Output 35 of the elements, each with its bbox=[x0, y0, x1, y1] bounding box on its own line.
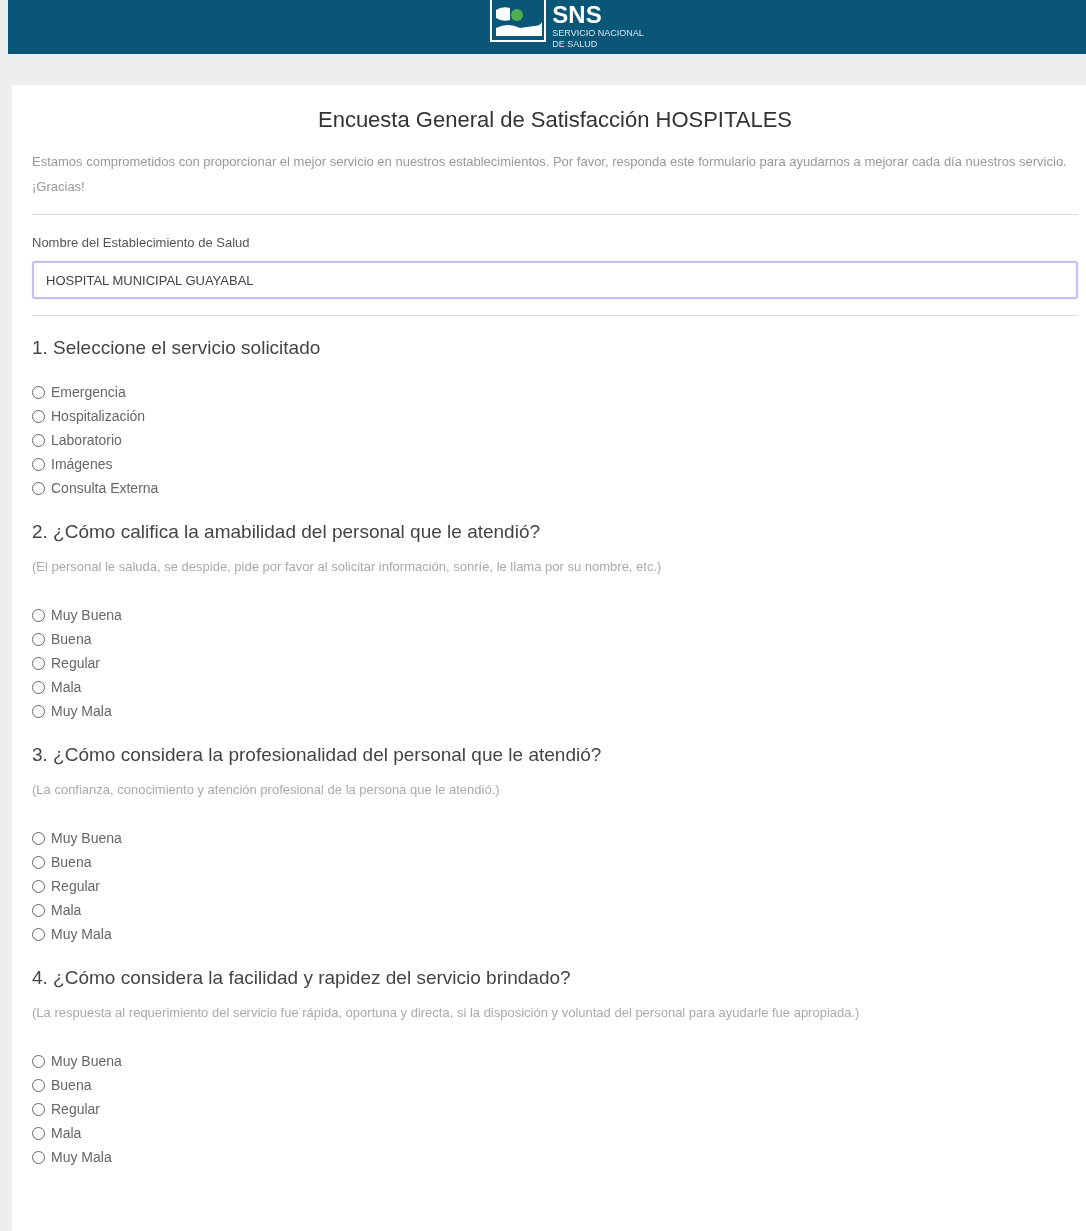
option-label[interactable]: Consulta Externa bbox=[51, 480, 159, 496]
question-hint: (El personal le saluda, se despide, pide por favor al solicitar información, sonríe, le llama por su nombre, etc.) bbox=[32, 558, 663, 576]
field-label: Nombre del Establecimiento de Salud bbox=[32, 235, 251, 250]
option-label[interactable]: Buena bbox=[51, 631, 92, 647]
option-label[interactable]: Buena bbox=[51, 854, 92, 870]
option-label[interactable]: Mala bbox=[51, 902, 82, 918]
option-label[interactable]: Regular bbox=[51, 878, 101, 894]
option-label[interactable]: Muy Mala bbox=[51, 703, 112, 719]
form-title: Encuesta General de Satisfacción HOSPITALES bbox=[316, 107, 794, 133]
input-field[interactable]: HOSPITAL MUNICIPAL GUAYABAL bbox=[32, 261, 1078, 299]
option-label[interactable]: Regular bbox=[51, 1101, 101, 1117]
option-label[interactable]: Muy Buena bbox=[51, 1053, 122, 1069]
option-label[interactable]: Muy Mala bbox=[51, 926, 112, 942]
option-label[interactable]: Mala bbox=[51, 1125, 82, 1141]
option-label[interactable]: Hospitalización bbox=[51, 408, 146, 424]
question-title: 4. ¿Cómo considera la facilidad y rapidez del servicio brindado? bbox=[32, 966, 572, 990]
question-title: 2. ¿Cómo califica la amabilidad del personal que le atendió? bbox=[32, 520, 542, 544]
option-label[interactable]: Buena bbox=[51, 1077, 92, 1093]
option-label[interactable]: Regular bbox=[51, 655, 101, 671]
intro-text: Estamos comprometidos con proporcionar el mejor servicio en nuestros establecimientos. Por favor, responda este formulario para ayudarnos a mejorar cada día nuestros servicio. ¡Gracias! bbox=[32, 153, 1068, 196]
logo-subtitle: DE SALUD bbox=[552, 39, 599, 50]
logo-subtitle: SERVICIO NACIONAL bbox=[552, 28, 644, 39]
option-label[interactable]: Imágenes bbox=[51, 456, 113, 472]
question-title: 3. ¿Cómo considera la profesionalidad del personal que le atendió? bbox=[32, 743, 603, 767]
question-hint: (La confianza, conocimiento y atención profesional de la persona que le atendió.) bbox=[32, 781, 501, 799]
option-label[interactable]: Mala bbox=[51, 679, 82, 695]
option-label[interactable]: Emergencia bbox=[51, 384, 126, 400]
question-title: 1. Seleccione el servicio solicitado bbox=[32, 336, 322, 360]
option-label[interactable]: Laboratorio bbox=[51, 432, 122, 448]
option-label[interactable]: Muy Mala bbox=[51, 1149, 112, 1165]
logo-name: SNS bbox=[552, 2, 603, 28]
hand-emblem-icon bbox=[490, 0, 547, 42]
option-label[interactable]: Muy Buena bbox=[51, 830, 122, 846]
question-hint: (La respuesta al requerimiento del servicio fue rápida, oportuna y directa, si la disposición y voluntad del personal para ayudarle fue apropiada.) bbox=[32, 1004, 861, 1022]
option-label[interactable]: Muy Buena bbox=[51, 607, 122, 623]
